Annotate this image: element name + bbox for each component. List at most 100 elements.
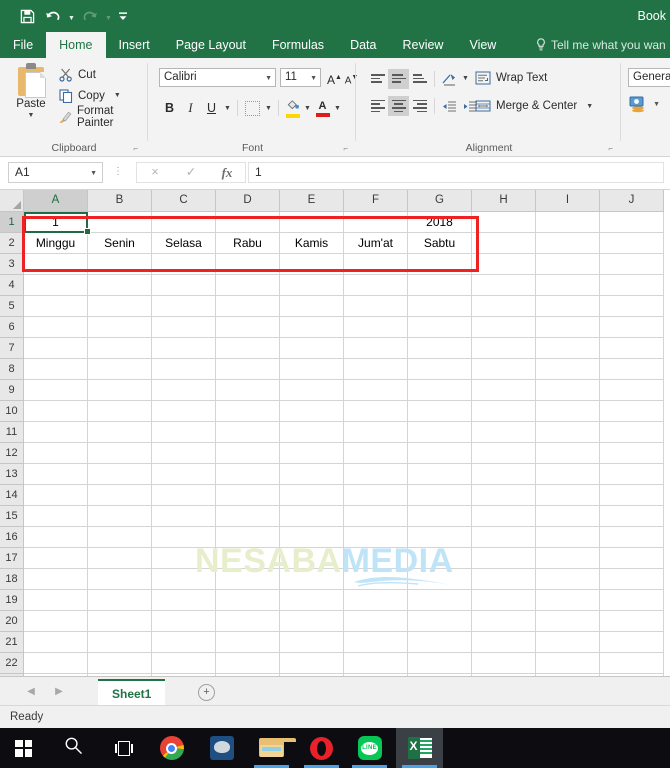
cell-D14[interactable] (216, 485, 280, 506)
cell-J9[interactable] (600, 380, 664, 401)
cell-B15[interactable] (88, 506, 152, 527)
enter-formula-icon[interactable]: ✓ (173, 166, 209, 179)
cell-B13[interactable] (88, 464, 152, 485)
cell-D21[interactable] (216, 632, 280, 653)
cell-D13[interactable] (216, 464, 280, 485)
cell-A11[interactable] (24, 422, 88, 443)
column-header-c[interactable]: C (152, 190, 216, 211)
cell-G13[interactable] (408, 464, 472, 485)
cell-F7[interactable] (344, 338, 408, 359)
cell-D7[interactable] (216, 338, 280, 359)
cell-C8[interactable] (152, 359, 216, 380)
cell-I2[interactable] (536, 233, 600, 254)
cell-I21[interactable] (536, 632, 600, 653)
underline-dropdown-icon[interactable]: ▼ (222, 98, 233, 119)
cell-H4[interactable] (472, 275, 536, 296)
taskbar-chrome[interactable] (148, 728, 195, 768)
cell-I6[interactable] (536, 317, 600, 338)
cell-A10[interactable] (24, 401, 88, 422)
cell-C19[interactable] (152, 590, 216, 611)
cell-H3[interactable] (472, 254, 536, 275)
row-header-4[interactable]: 4 (0, 275, 23, 296)
align-top-button[interactable] (367, 69, 388, 89)
taskbar-excel[interactable] (396, 728, 443, 768)
cell-H14[interactable] (472, 485, 536, 506)
align-left-button[interactable] (367, 96, 388, 116)
cell-I7[interactable] (536, 338, 600, 359)
taskbar-opera[interactable] (298, 728, 345, 768)
cell-D12[interactable] (216, 443, 280, 464)
clipboard-dialog-launcher[interactable]: ⌐ (133, 144, 138, 153)
cell-H21[interactable] (472, 632, 536, 653)
column-header-j[interactable]: J (600, 190, 664, 211)
cell-I10[interactable] (536, 401, 600, 422)
cell-B5[interactable] (88, 296, 152, 317)
cell-F3[interactable] (344, 254, 408, 275)
cell-C4[interactable] (152, 275, 216, 296)
font-color-button[interactable]: A (313, 98, 332, 119)
cell-D2[interactable]: Rabu (216, 233, 280, 254)
cell-H5[interactable] (472, 296, 536, 317)
cell-C22[interactable] (152, 653, 216, 674)
cell-G6[interactable] (408, 317, 472, 338)
cell-C3[interactable] (152, 254, 216, 275)
italic-button[interactable]: I (180, 98, 201, 119)
row-header-6[interactable]: 6 (0, 317, 23, 338)
column-header-h[interactable]: H (472, 190, 536, 211)
cell-C9[interactable] (152, 380, 216, 401)
cell-C16[interactable] (152, 527, 216, 548)
column-header-d[interactable]: D (216, 190, 280, 211)
cut-button[interactable]: Cut (58, 66, 96, 83)
font-size-input[interactable]: 11 ▼ (280, 68, 321, 87)
fill-handle[interactable] (84, 228, 91, 235)
cell-C18[interactable] (152, 569, 216, 590)
cell-G9[interactable] (408, 380, 472, 401)
cell-D19[interactable] (216, 590, 280, 611)
cell-G14[interactable] (408, 485, 472, 506)
row-header-15[interactable]: 15 (0, 506, 23, 527)
cell-F22[interactable] (344, 653, 408, 674)
bold-button[interactable]: B (159, 98, 180, 119)
cell-F10[interactable] (344, 401, 408, 422)
cell-C21[interactable] (152, 632, 216, 653)
cell-I12[interactable] (536, 443, 600, 464)
cell-F4[interactable] (344, 275, 408, 296)
cell-J11[interactable] (600, 422, 664, 443)
cell-C1[interactable] (152, 212, 216, 233)
cell-B10[interactable] (88, 401, 152, 422)
cell-A1[interactable]: 1 (24, 212, 88, 233)
cell-I20[interactable] (536, 611, 600, 632)
column-header-e[interactable]: E (280, 190, 344, 211)
alignment-dialog-launcher[interactable]: ⌐ (608, 144, 613, 153)
start-button[interactable] (0, 728, 47, 768)
cell-G12[interactable] (408, 443, 472, 464)
cell-D17[interactable] (216, 548, 280, 569)
add-sheet-button[interactable]: + (198, 684, 215, 701)
cell-E20[interactable] (280, 611, 344, 632)
copy-dropdown-icon[interactable]: ▼ (114, 92, 121, 99)
cell-H13[interactable] (472, 464, 536, 485)
previous-sheet-icon[interactable]: ◀ (22, 683, 40, 700)
cell-B11[interactable] (88, 422, 152, 443)
cell-E2[interactable]: Kamis (280, 233, 344, 254)
borders-dropdown-icon[interactable]: ▼ (263, 98, 274, 119)
align-right-button[interactable] (409, 96, 430, 116)
cell-C12[interactable] (152, 443, 216, 464)
cell-F14[interactable] (344, 485, 408, 506)
cell-E17[interactable] (280, 548, 344, 569)
column-header-b[interactable]: B (88, 190, 152, 211)
cell-D18[interactable] (216, 569, 280, 590)
cell-G7[interactable] (408, 338, 472, 359)
cell-B9[interactable] (88, 380, 152, 401)
cell-G2[interactable]: Sabtu (408, 233, 472, 254)
cell-B21[interactable] (88, 632, 152, 653)
orientation-dropdown-icon[interactable]: ▼ (460, 68, 471, 89)
cell-J12[interactable] (600, 443, 664, 464)
cell-E3[interactable] (280, 254, 344, 275)
fill-color-button[interactable] (283, 98, 302, 119)
cell-H16[interactable] (472, 527, 536, 548)
cell-I5[interactable] (536, 296, 600, 317)
customize-quick-access-toolbar-icon[interactable] (114, 3, 132, 29)
row-header-14[interactable]: 14 (0, 485, 23, 506)
underline-button[interactable]: U (201, 98, 222, 119)
